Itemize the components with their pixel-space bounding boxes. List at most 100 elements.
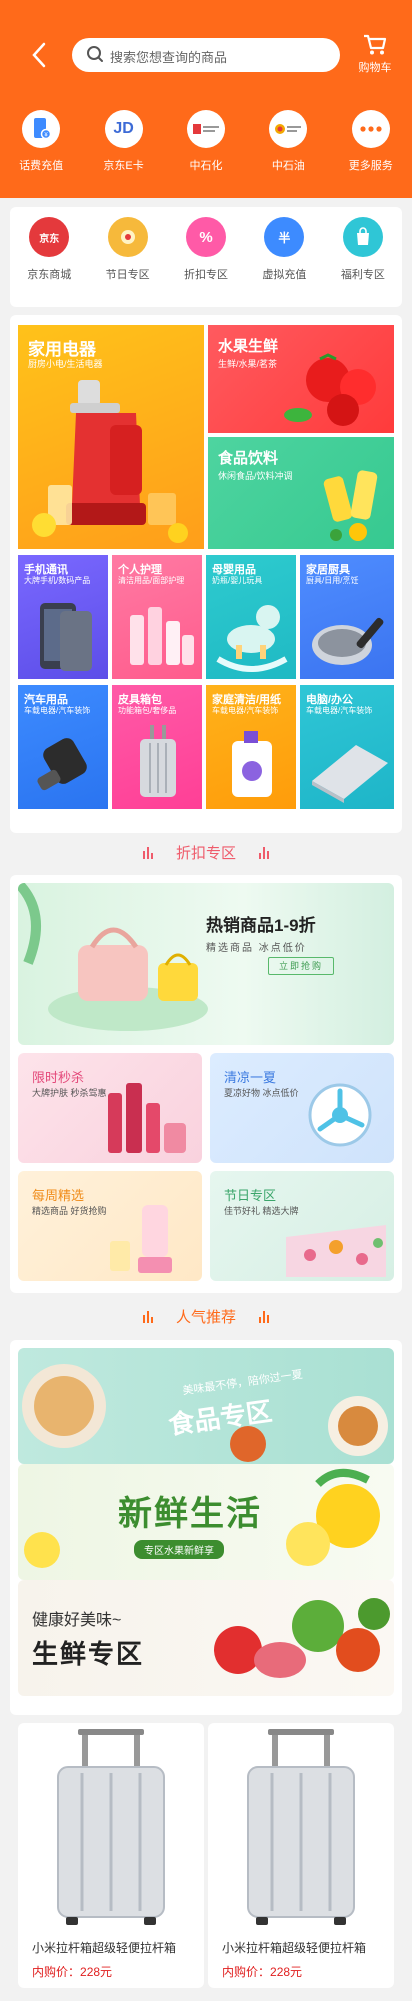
- category-label: 节日专区: [105, 269, 150, 281]
- search-placeholder: 搜索您想查询的商品: [110, 50, 228, 65]
- category-nav: 京东 京东商城 节日专区 % 折扣专区 半 虚拟充值 福利专区: [10, 207, 402, 307]
- service-label: 中石化: [189, 160, 223, 172]
- suitcase-image: [140, 725, 176, 797]
- juicer-image: [32, 380, 188, 543]
- banner-title: 新鲜生活: [118, 1495, 262, 1533]
- bars-icon: [258, 1310, 270, 1327]
- pan-image: [312, 617, 384, 665]
- banner-food-zone[interactable]: 美味最不停，陪你过一夏 食品专区: [18, 1348, 394, 1464]
- chevron-left-icon: [32, 42, 46, 68]
- category-virtual-recharge[interactable]: 半 虚拟充值: [245, 217, 323, 307]
- top-services: ¥ 话费充值 JD 京东E卡 中石化 中石油 更多服务: [0, 110, 412, 173]
- category-welfare[interactable]: 福利专区: [324, 217, 402, 307]
- banner-subtitle: 精选商品 冰点低价: [206, 943, 307, 954]
- section-title-popular: 人气推荐: [0, 1306, 412, 1327]
- phone-image: [40, 603, 92, 671]
- lantern-icon: [107, 217, 148, 257]
- category-festival[interactable]: 节日专区: [88, 217, 166, 307]
- tile-luggage[interactable]: 皮具箱包 功能箱包/奢侈品: [112, 685, 202, 809]
- fan-image: [308, 1083, 372, 1147]
- banner-fresh-zone[interactable]: 健康好美味~ 生鲜专区: [18, 1580, 394, 1696]
- tile-personal-care[interactable]: 个人护理 清洁用品/面部护理: [112, 555, 202, 679]
- discount-panel: 热销商品1-9折 精选商品 冰点低价 立即抢购 限时秒杀 大牌护肤 秒杀驾惠 清…: [10, 875, 402, 1293]
- popular-panel: 美味最不停，陪你过一夏 食品专区 新鲜生活 专区水果新鲜享 健康好美味~ 生鲜专…: [10, 1340, 402, 1715]
- price-value: 228元: [270, 1965, 303, 1979]
- service-more[interactable]: 更多服务: [330, 110, 412, 173]
- sinopec-logo: [186, 110, 225, 148]
- more-icon: [351, 110, 390, 148]
- service-label: 更多服务: [348, 160, 393, 172]
- search-input[interactable]: 搜索您想查询的商品: [72, 38, 340, 72]
- product-price: 内购价：228元: [222, 1963, 302, 1980]
- cart-label: 购物车: [358, 62, 392, 74]
- tile-baby[interactable]: 母婴用品 奶瓶/婴儿玩具: [206, 555, 296, 679]
- skincare-image: [108, 1083, 186, 1153]
- service-petrochina[interactable]: 中石油: [247, 110, 329, 173]
- product-card[interactable]: 小米拉杆箱超级轻便拉杆箱 内购价：228元: [208, 1723, 394, 1988]
- back-button[interactable]: [28, 40, 52, 70]
- discount-icon: %: [186, 217, 227, 257]
- tile-phones[interactable]: 手机通讯 大牌手机/数码产品: [18, 555, 108, 679]
- banner-subtitle: 专区水果新鲜享: [134, 1540, 224, 1559]
- banner-subtitle: 健康好美味~: [32, 1612, 122, 1629]
- banner-title: 生鲜专区: [32, 1639, 145, 1669]
- search-icon: [87, 46, 103, 62]
- phone-icon: ¥: [22, 110, 61, 148]
- bars-icon: [258, 846, 270, 863]
- tile-cleaning[interactable]: 家庭清洁/用纸 车载电器/汽车装饰: [206, 685, 296, 809]
- product-card[interactable]: 小米拉杆箱超级轻便拉杆箱 内购价：228元: [18, 1723, 204, 1988]
- section-title-text: 人气推荐: [175, 1309, 236, 1326]
- detergent-image: [232, 731, 272, 797]
- card-cool-summer[interactable]: 清凉一夏 夏凉好物 冰点低价: [210, 1053, 394, 1163]
- suitcase-image: [57, 1729, 165, 1925]
- service-jd-card[interactable]: JD 京东E卡: [82, 110, 164, 173]
- bars-icon: [142, 1310, 154, 1327]
- jd-mall-icon: 京东: [29, 217, 70, 257]
- rocking-horse-image: [216, 605, 288, 672]
- tile-fruit[interactable]: 水果生鲜 生鲜/水果/茗茶: [208, 325, 394, 433]
- price-value: 228元: [80, 1965, 113, 1979]
- product-price: 内购价：228元: [32, 1963, 112, 1980]
- product-name: 小米拉杆箱超级轻便拉杆箱: [32, 1941, 177, 1955]
- bedding-image: [286, 1225, 386, 1277]
- section-title-discount: 折扣专区: [0, 842, 412, 863]
- petrochina-logo: [269, 110, 308, 148]
- service-label: 中石油: [271, 160, 305, 172]
- tile-kitchen[interactable]: 家居厨具 厨具/日用/烹饪: [300, 555, 394, 679]
- category-label: 虚拟充值: [262, 269, 307, 281]
- hot-sale-banner[interactable]: 热销商品1-9折 精选商品 冰点低价 立即抢购: [18, 883, 394, 1045]
- tile-food[interactable]: 食品饮料 休闲食品/饮料冲调: [208, 437, 394, 549]
- service-phone-recharge[interactable]: ¥ 话费充值: [0, 110, 82, 173]
- tile-car[interactable]: 汽车用品 车载电器/汽车装饰: [18, 685, 108, 809]
- buy-now-button[interactable]: 立即抢购: [268, 957, 334, 975]
- laptop-image: [312, 745, 388, 803]
- jd-logo: JD: [104, 110, 143, 148]
- section-title-text: 折扣专区: [175, 845, 236, 862]
- bars-icon: [142, 846, 154, 863]
- card-flash-sale[interactable]: 限时秒杀 大牌护肤 秒杀驾惠: [18, 1053, 202, 1163]
- category-label: 福利专区: [340, 269, 385, 281]
- banner-fresh-life[interactable]: 新鲜生活 专区水果新鲜享: [18, 1464, 394, 1580]
- category-discount[interactable]: % 折扣专区: [167, 217, 245, 307]
- blender-image: [110, 1205, 172, 1273]
- tile-appliance[interactable]: 家用电器 厨房小电/生活电器: [18, 325, 204, 549]
- product-category-panel: 家用电器 厨房小电/生活电器 水果生鲜 生鲜/水果/茗茶 食品饮料 休闲食品/饮…: [10, 315, 402, 833]
- drink-image: [323, 470, 378, 541]
- header: 搜索您想查询的商品 购物车 ¥ 话费充值 JD 京东E卡 中石化 中石油 更多服…: [0, 0, 412, 198]
- price-label: 内购价：: [32, 1965, 81, 1979]
- tile-computer[interactable]: 电脑/办公 车载电器/汽车装饰: [300, 685, 394, 809]
- handbag-image: [18, 883, 208, 1031]
- service-label: 话费充值: [19, 160, 64, 172]
- card-weekly-picks[interactable]: 每周精选 精选商品 好货抢购: [18, 1171, 202, 1281]
- category-label: 京东商城: [27, 269, 72, 281]
- suitcase-image: [247, 1729, 355, 1925]
- category-label: 折扣专区: [184, 269, 229, 281]
- service-sinopec[interactable]: 中石化: [165, 110, 247, 173]
- cart-button[interactable]: 购物车: [350, 34, 400, 75]
- bag-icon: [342, 217, 383, 257]
- cosmetics-image: [130, 607, 194, 665]
- card-icon: 半: [264, 217, 305, 257]
- banner-title: 热销商品1-9折: [206, 916, 316, 935]
- category-jd-mall[interactable]: 京东 京东商城: [10, 217, 88, 307]
- card-festival[interactable]: 节日专区 佳节好礼 精选大牌: [210, 1171, 394, 1281]
